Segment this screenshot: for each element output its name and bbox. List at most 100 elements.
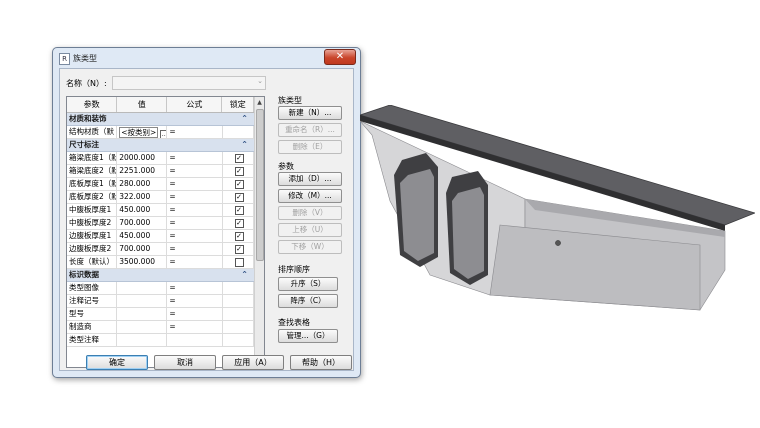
table-row[interactable]: 结构材质（默 <按类别>… = [67,126,254,139]
param-name-cell: 型号 [67,308,118,320]
table-row[interactable]: 底板厚度2（默 322.000 = ✓ [67,191,254,204]
param-value-cell[interactable]: 450.000 [117,204,168,216]
formula-cell[interactable]: = [167,178,223,190]
param-value-cell[interactable]: 700.000 [117,217,168,229]
lock-cell [223,256,254,268]
header-formula[interactable]: 公式 [167,97,223,112]
param-value-cell[interactable] [117,334,168,346]
table-row[interactable]: 箱梁底度1（默 2000.000 = ✓ [67,152,254,165]
header-value[interactable]: 值 [117,97,168,112]
parameters-label: 参数 [278,162,294,171]
param-value-cell[interactable]: <按类别>… [117,126,168,138]
formula-cell[interactable]: = [167,152,223,164]
cancel-button[interactable]: 取消 [154,355,216,370]
param-value-cell[interactable] [117,308,168,320]
table-row[interactable]: 型号 = [67,308,254,321]
manage-lookup-button[interactable]: 管理...（G） [278,329,338,343]
collapse-chevron-icon[interactable]: ⌃ [241,139,248,151]
table-row[interactable]: 制造商 = [67,321,254,334]
lock-cell: ✓ [223,165,254,177]
browse-icon[interactable]: … [160,130,167,138]
lock-checkbox[interactable]: ✓ [234,232,244,241]
group-header[interactable]: 材质和装饰 ⌃ [67,113,254,126]
lock-checkbox[interactable]: ✓ [234,206,244,215]
table-row[interactable]: 注释记号 = [67,295,254,308]
move-up-button[interactable]: 上移（U） [278,223,342,237]
table-row[interactable]: 中腹板厚度1（ 450.000 = ✓ [67,204,254,217]
table-row[interactable]: 底板厚度1（默 280.000 = ✓ [67,178,254,191]
close-button[interactable]: ✕ [324,49,356,65]
formula-cell[interactable]: = [167,165,223,177]
parameter-table: 参数 值 公式 锁定 材质和装饰 ⌃ 结构材质（默 <按类别>… = 尺寸标注 ⌃ 箱梁底度1… [66,96,265,368]
param-value-cell[interactable]: 700.000 [117,243,168,255]
drain-hole-icon [555,240,561,246]
ok-button[interactable]: 确定 [86,355,148,370]
formula-cell[interactable]: = [167,282,223,294]
formula-cell[interactable]: = [167,204,223,216]
param-name-cell: 类型图像 [67,282,118,294]
formula-cell[interactable]: = [167,243,223,255]
table-scrollbar[interactable]: ▲ ▼ [254,97,264,367]
table-row[interactable]: 长度（默认） 3500.000 = [67,256,254,269]
header-param[interactable]: 参数 [67,97,118,112]
sort-ascending-button[interactable]: 升序（S） [278,277,338,291]
param-value-cell[interactable]: 322.000 [117,191,168,203]
param-value-cell[interactable]: 450.000 [117,230,168,242]
name-select[interactable]: ⌄ [112,76,266,90]
delete-type-button[interactable]: 删除（E） [278,140,342,154]
param-name-cell: 注释记号 [67,295,118,307]
table-row[interactable]: 边腹板厚度2（ 700.000 = ✓ [67,243,254,256]
table-row[interactable]: 边腹板厚度1（ 450.000 = ✓ [67,230,254,243]
new-type-button[interactable]: 新建（N）... [278,106,342,120]
formula-cell[interactable]: = [167,230,223,242]
formula-cell[interactable]: = [167,126,223,138]
group-header[interactable]: 尺寸标注 ⌃ [67,139,254,152]
lock-checkbox[interactable]: ✓ [234,219,244,228]
lock-cell: ✓ [223,191,254,203]
apply-button[interactable]: 应用（A） [222,355,284,370]
move-down-button[interactable]: 下移（W） [278,240,342,254]
lock-checkbox[interactable]: ✓ [234,167,244,176]
param-value-cell[interactable] [117,321,168,333]
scroll-up-icon[interactable]: ▲ [255,98,264,107]
formula-cell[interactable]: = [167,295,223,307]
param-value-cell[interactable]: 2251.000 [117,165,168,177]
param-name-cell: 类型注释 [67,334,118,346]
param-value-cell[interactable]: 3500.000 [117,256,168,268]
param-value-cell[interactable]: 2000.000 [117,152,168,164]
formula-cell[interactable] [167,334,223,346]
remove-parameter-button[interactable]: 删除（V） [278,206,342,220]
material-select[interactable]: <按类别> [119,127,159,138]
param-name-cell: 结构材质（默 [67,126,118,138]
group-header[interactable]: 标识数据 ⌃ [67,269,254,282]
add-parameter-button[interactable]: 添加（D）... [278,172,342,186]
table-row[interactable]: 中腹板厚度2（ 700.000 = ✓ [67,217,254,230]
param-value-cell[interactable]: 280.000 [117,178,168,190]
lock-checkbox[interactable]: ✓ [234,180,244,189]
formula-cell[interactable]: = [167,308,223,320]
formula-cell[interactable]: = [167,217,223,229]
table-row[interactable]: 类型注释 [67,334,254,347]
param-name-cell: 长度（默认） [67,256,118,268]
lock-checkbox[interactable]: ✓ [234,245,244,254]
scroll-thumb[interactable] [256,109,264,261]
sort-descending-button[interactable]: 降序（C） [278,294,338,308]
param-value-cell[interactable] [117,282,168,294]
param-name-cell: 制造商 [67,321,118,333]
lock-checkbox[interactable]: ✓ [234,193,244,202]
help-button[interactable]: 帮助（H） [290,355,352,370]
collapse-chevron-icon[interactable]: ⌃ [241,269,248,281]
formula-cell[interactable]: = [167,256,223,268]
formula-cell[interactable]: = [167,191,223,203]
title-bar[interactable]: R 族类型 ✕ [53,48,360,68]
table-row[interactable]: 箱梁底度2（默 2251.000 = ✓ [67,165,254,178]
collapse-chevron-icon[interactable]: ⌃ [241,113,248,125]
param-value-cell[interactable] [117,295,168,307]
modify-parameter-button[interactable]: 修改（M）... [278,189,342,203]
table-row[interactable]: 类型图像 = [67,282,254,295]
lock-checkbox[interactable]: ✓ [234,154,244,163]
formula-cell[interactable]: = [167,321,223,333]
rename-type-button[interactable]: 重命名（R）... [278,123,342,137]
lock-checkbox[interactable] [234,258,244,267]
header-lock[interactable]: 锁定 [222,97,254,112]
